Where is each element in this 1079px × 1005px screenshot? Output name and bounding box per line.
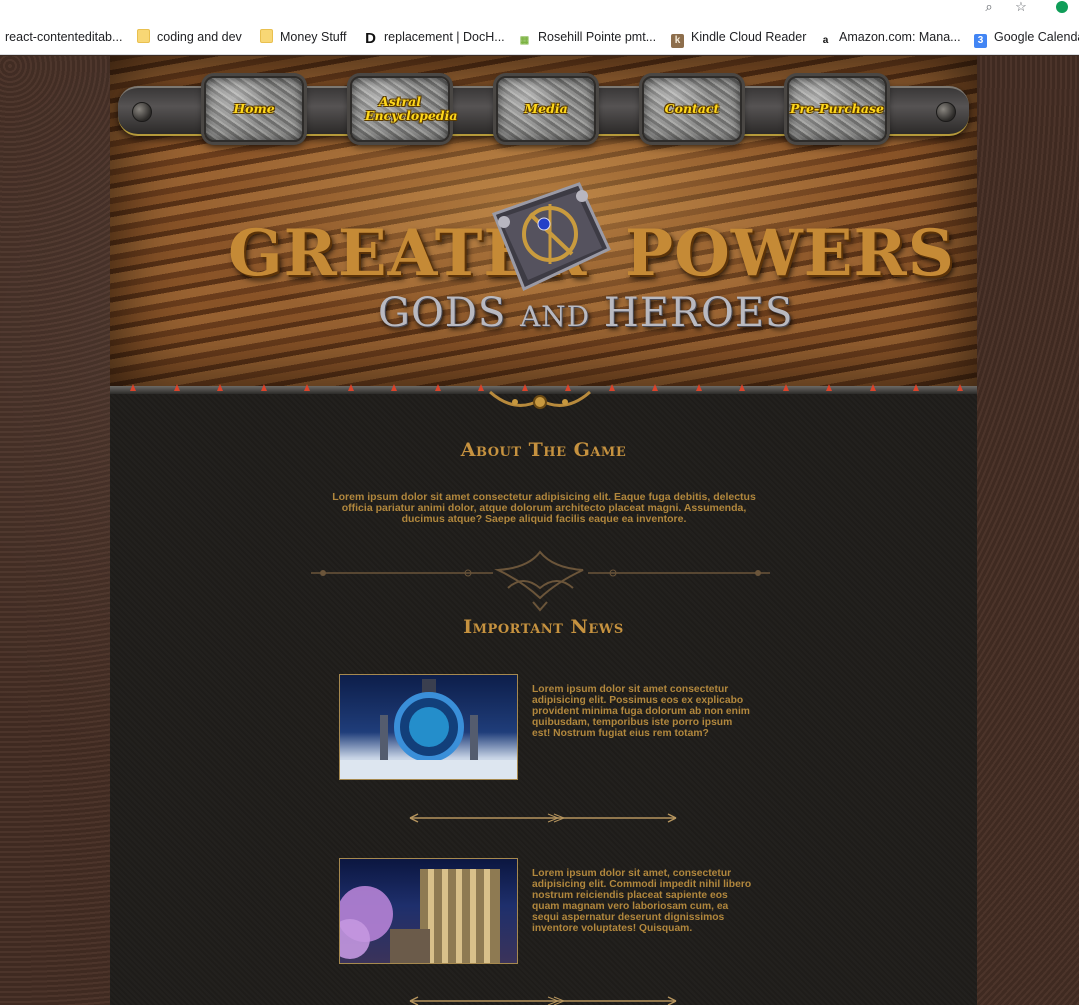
nav-media-button[interactable]: Media bbox=[496, 76, 596, 142]
arrow-separator-icon bbox=[409, 813, 677, 823]
trim-stud-icon bbox=[913, 384, 919, 391]
rivet-icon bbox=[936, 102, 956, 122]
trim-stud-icon bbox=[826, 384, 832, 391]
trim-stud-icon bbox=[304, 384, 310, 391]
nav-label: Media bbox=[524, 101, 568, 116]
browser-toolbar: ⌕ ☆ bbox=[0, 0, 1079, 20]
trim-stud-icon bbox=[782, 384, 789, 391]
bookmark-react-contenteditable[interactable]: react-contenteditab... bbox=[5, 29, 122, 47]
nav-label: Astral Encyclopedia bbox=[365, 94, 458, 123]
bookmark-star-icon[interactable]: ☆ bbox=[1011, 0, 1031, 16]
trim-stud-icon bbox=[652, 384, 658, 391]
bookmark-dochub[interactable]: Dreplacement | DocH... bbox=[364, 29, 505, 47]
trim-stud-icon bbox=[956, 384, 963, 391]
nav-label: Home bbox=[233, 101, 275, 116]
news-title: Important News bbox=[463, 616, 624, 638]
trim-stud-icon bbox=[608, 384, 615, 391]
bookmark-rosehill[interactable]: ▦ Rosehill Pointe pmt... bbox=[518, 29, 656, 47]
folder-icon bbox=[137, 29, 150, 43]
golden-temple-image[interactable] bbox=[339, 858, 518, 964]
d-logo-icon: D bbox=[365, 30, 376, 47]
bookmark-kindle[interactable]: k Kindle Cloud Reader bbox=[671, 29, 807, 48]
trim-stud-icon bbox=[260, 384, 267, 391]
zoom-icon[interactable]: ⌕ bbox=[979, 0, 999, 16]
trim-stud-icon bbox=[173, 384, 180, 391]
about-title: About The Game bbox=[460, 439, 627, 461]
bookmark-label: replacement | DocH... bbox=[384, 30, 505, 44]
folder-icon bbox=[260, 29, 273, 43]
calendar-icon: 3 bbox=[974, 34, 987, 48]
logo-word-heroes: HEROES bbox=[603, 290, 794, 336]
bookmarks-bar: react-contenteditab... coding and dev Mo… bbox=[0, 20, 1079, 55]
bookmark-label: Kindle Cloud Reader bbox=[691, 30, 807, 44]
spellbook-icon bbox=[492, 182, 611, 292]
nav-contact-button[interactable]: Contact bbox=[642, 76, 742, 142]
trim-stud-icon bbox=[434, 384, 441, 391]
bookmark-label: react-contenteditab... bbox=[5, 30, 123, 44]
extension-icon[interactable] bbox=[1052, 0, 1072, 16]
building-icon: ▦ bbox=[519, 35, 530, 46]
arrow-separator-icon bbox=[409, 996, 677, 1005]
trim-stud-icon bbox=[217, 384, 223, 391]
trim-stud-icon bbox=[391, 384, 397, 391]
news-text: Lorem ipsum dolor sit amet, consectetur … bbox=[532, 868, 752, 934]
logo-word-gods: GODS bbox=[378, 290, 507, 336]
amazon-icon: a bbox=[822, 35, 829, 46]
about-text: Lorem ipsum dolor sit amet consectetur a… bbox=[332, 491, 756, 525]
bookmark-label: Google Calenda bbox=[994, 30, 1079, 44]
kindle-icon: k bbox=[671, 34, 684, 48]
trim-stud-icon bbox=[347, 384, 354, 391]
bookmark-label: Amazon.com: Mana... bbox=[839, 30, 961, 44]
news-text: Lorem ipsum dolor sit amet consectetur a… bbox=[532, 684, 750, 739]
nav-pre-purchase-button[interactable]: Pre-Purchase bbox=[787, 76, 887, 142]
bookmark-label: coding and dev bbox=[157, 30, 242, 44]
bookmark-amazon[interactable]: a Amazon.com: Mana... bbox=[819, 29, 961, 47]
stargate-portal-image[interactable] bbox=[339, 674, 518, 780]
bookmark-label: Money Stuff bbox=[280, 30, 347, 44]
bookmark-coding-and-dev[interactable]: coding and dev bbox=[137, 29, 242, 47]
trim-stud-icon bbox=[869, 384, 876, 391]
site-header: Home Astral Encyclopedia Media Contact P… bbox=[110, 56, 977, 390]
nav-label: Pre-Purchase bbox=[790, 101, 884, 116]
logo-word-powers: POWERS bbox=[625, 216, 955, 291]
page-content: Home Astral Encyclopedia Media Contact P… bbox=[110, 56, 977, 1005]
logo-word-and: AND bbox=[519, 300, 591, 333]
ornamental-divider-icon bbox=[311, 550, 770, 612]
nav-home-button[interactable]: Home bbox=[204, 76, 304, 142]
bookmark-money-stuff[interactable]: Money Stuff bbox=[260, 29, 346, 47]
bookmark-google-calendar[interactable]: 3 Google Calenda bbox=[974, 29, 1079, 48]
trim-stud-icon bbox=[130, 384, 136, 391]
trim-stud-icon bbox=[478, 384, 484, 391]
rivet-icon bbox=[132, 102, 152, 122]
nav-label: Contact bbox=[664, 101, 720, 116]
trim-stud-icon bbox=[739, 384, 745, 391]
logo-subtitle: GODS AND HEROES bbox=[378, 290, 793, 336]
trim-stud-icon bbox=[695, 384, 702, 391]
nav-astral-encyclopedia-button[interactable]: Astral Encyclopedia bbox=[350, 76, 458, 142]
bookmark-label: Rosehill Pointe pmt... bbox=[538, 30, 657, 44]
trim-ornament-icon bbox=[489, 390, 591, 409]
